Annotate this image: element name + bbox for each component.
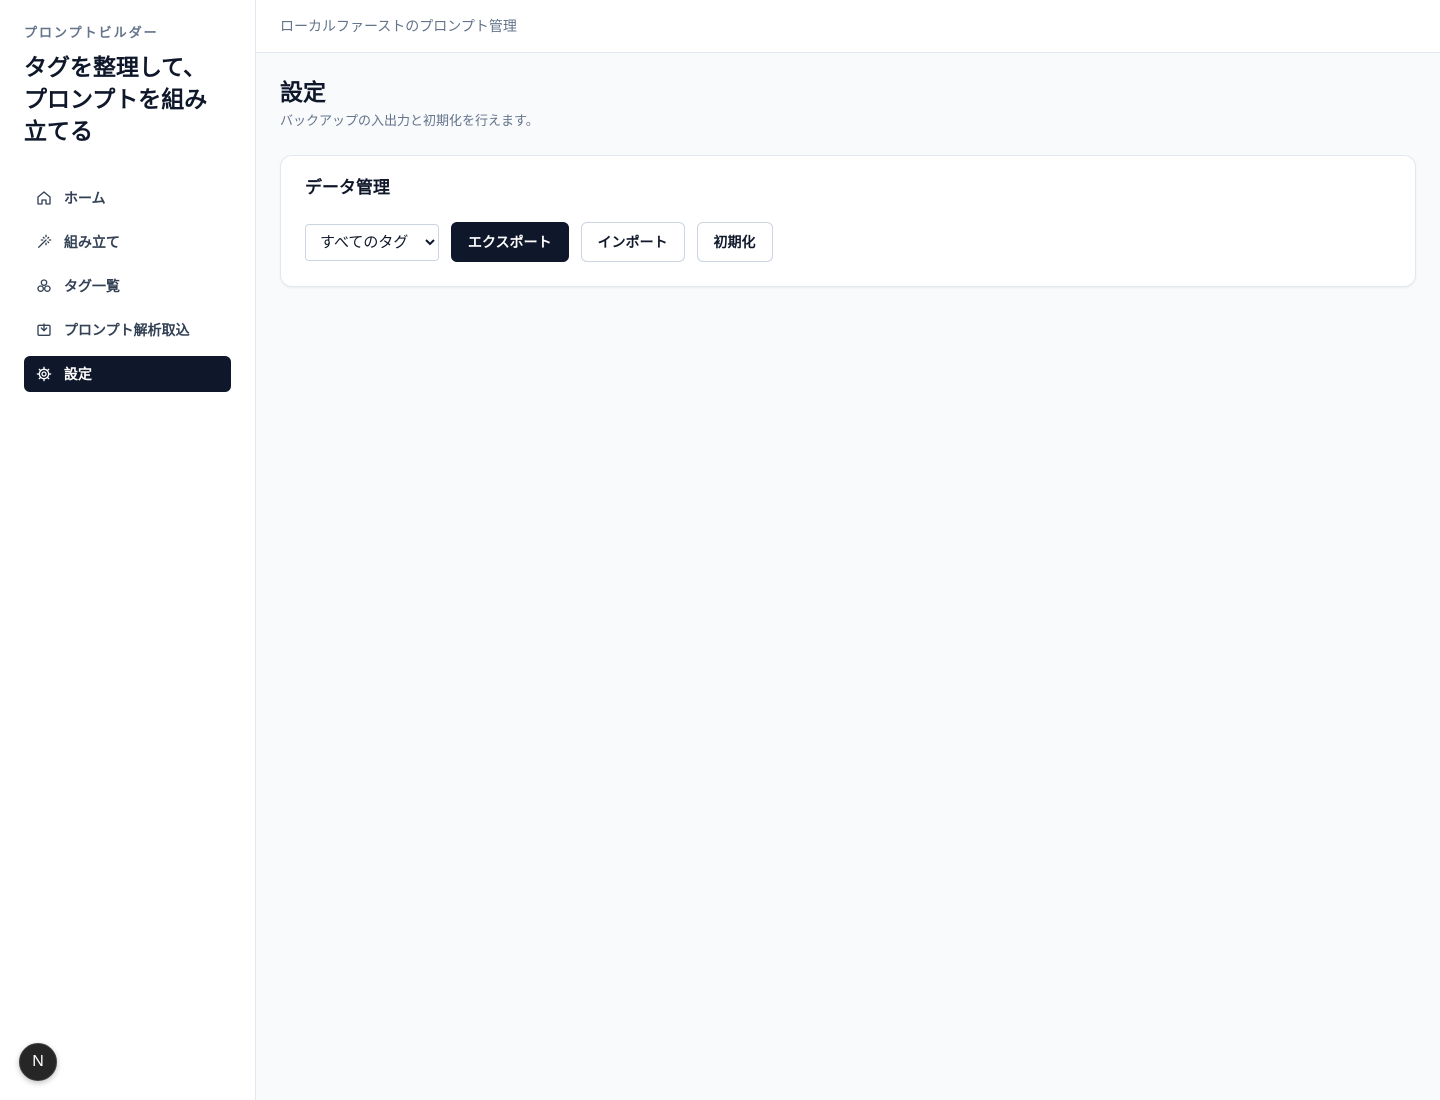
sidebar: プロンプトビルダー タグを整理して、プロンプトを組み立てる ホーム 組み立て タ… xyxy=(0,0,256,1100)
home-icon xyxy=(36,190,52,206)
page-title: 設定 xyxy=(280,80,326,106)
brand-eyebrow: プロンプトビルダー xyxy=(24,26,159,41)
sidebar-item-label: 設定 xyxy=(64,367,92,383)
tag-scope-select[interactable]: すべてのタグ xyxy=(305,223,439,261)
page-subtitle: バックアップの入出力と初期化を行えます。 xyxy=(280,114,539,129)
import-icon xyxy=(36,322,52,338)
import-button[interactable]: インポート xyxy=(580,222,685,262)
reset-button[interactable]: 初期化 xyxy=(696,222,773,262)
data-management-card: データ管理 すべてのタグ エクスポート インポート 初期化 xyxy=(280,155,1416,287)
sidebar-item-home[interactable]: ホーム xyxy=(24,180,231,216)
topbar: ローカルファーストのプロンプト管理 xyxy=(256,0,1440,53)
sidebar-item-settings[interactable]: 設定 xyxy=(24,356,231,392)
dev-badge-button[interactable]: N xyxy=(19,1043,57,1081)
topbar-text: ローカルファーストのプロンプト管理 xyxy=(280,19,517,35)
app-root: プロンプトビルダー タグを整理して、プロンプトを組み立てる ホーム 組み立て タ… xyxy=(0,0,1440,1100)
gear-icon xyxy=(36,366,52,382)
export-button[interactable]: エクスポート xyxy=(451,222,569,262)
card-title: データ管理 xyxy=(305,178,390,198)
data-controls: すべてのタグ エクスポート インポート 初期化 xyxy=(305,222,1391,262)
brand-title: タグを整理して、プロンプトを組み立てる xyxy=(24,55,208,145)
sidebar-item-label: タグ一覧 xyxy=(64,279,120,295)
sidebar-item-tags[interactable]: タグ一覧 xyxy=(24,268,231,304)
sidebar-nav: ホーム 組み立て タグ一覧 プロンプト解析取込 設定 xyxy=(24,180,231,392)
tags-icon xyxy=(36,278,52,294)
wand-icon xyxy=(36,234,52,250)
sidebar-item-import[interactable]: プロンプト解析取込 xyxy=(24,312,231,348)
sidebar-item-label: 組み立て xyxy=(64,235,120,251)
main-area: ローカルファーストのプロンプト管理 設定 バックアップの入出力と初期化を行えます… xyxy=(256,0,1440,1100)
sidebar-item-label: プロンプト解析取込 xyxy=(64,323,190,339)
page-content: 設定 バックアップの入出力と初期化を行えます。 データ管理 すべてのタグ エクス… xyxy=(256,53,1440,287)
sidebar-item-compose[interactable]: 組み立て xyxy=(24,224,231,260)
sidebar-item-label: ホーム xyxy=(64,191,106,207)
